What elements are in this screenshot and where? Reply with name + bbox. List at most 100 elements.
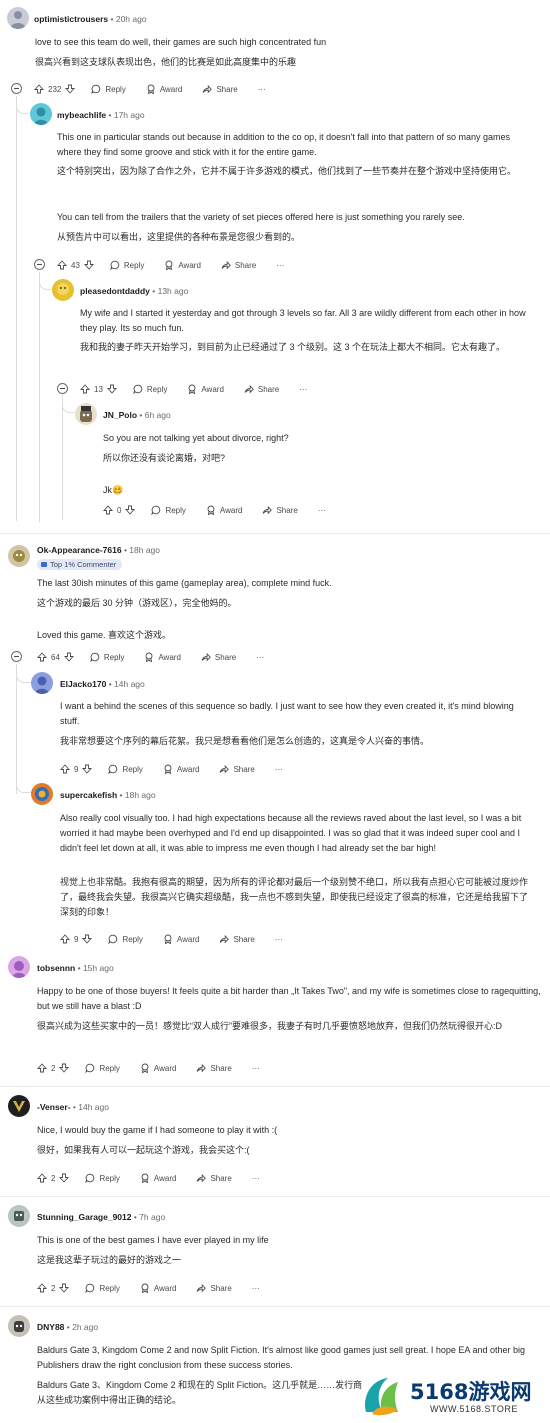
- downvote-icon[interactable]: [59, 1063, 69, 1073]
- award-icon: [164, 260, 174, 270]
- share-button[interactable]: Share: [196, 1173, 232, 1183]
- share-icon: [196, 1283, 206, 1293]
- more-options-button[interactable]: ···: [276, 261, 284, 270]
- share-button[interactable]: Share: [201, 652, 236, 662]
- username[interactable]: Ok-Appearance-7616 • 18h ago: [37, 545, 160, 555]
- avatar[interactable]: [8, 956, 30, 978]
- reply-button[interactable]: Reply: [110, 260, 144, 270]
- award-button[interactable]: Award: [140, 1063, 176, 1073]
- share-button[interactable]: Share: [221, 260, 256, 270]
- avatar[interactable]: [8, 1095, 30, 1117]
- thread-elbow: [62, 403, 74, 413]
- award-button[interactable]: Award: [164, 260, 201, 270]
- reply-button[interactable]: Reply: [85, 1063, 120, 1073]
- more-options-button[interactable]: ···: [299, 385, 307, 394]
- avatar[interactable]: [8, 1315, 30, 1337]
- share-button[interactable]: Share: [196, 1063, 232, 1073]
- upvote-icon[interactable]: [34, 84, 44, 94]
- award-button[interactable]: Award: [140, 1283, 176, 1293]
- more-options-button[interactable]: ···: [318, 506, 326, 515]
- avatar[interactable]: [75, 403, 97, 425]
- share-button[interactable]: Share: [244, 384, 279, 394]
- upvote-icon[interactable]: [60, 764, 70, 774]
- downvote-icon[interactable]: [59, 1283, 69, 1293]
- reply-button[interactable]: Reply: [108, 934, 143, 944]
- downvote-icon[interactable]: [82, 764, 92, 774]
- award-button[interactable]: Award: [146, 84, 182, 94]
- share-icon: [201, 652, 211, 662]
- more-options-button[interactable]: ···: [256, 653, 264, 662]
- award-button[interactable]: Award: [163, 764, 199, 774]
- upvote-icon[interactable]: [37, 1063, 47, 1073]
- collapse-button[interactable]: [57, 383, 68, 394]
- more-options-button[interactable]: ···: [258, 85, 266, 94]
- vote-count: 232: [48, 84, 62, 94]
- reply-button[interactable]: Reply: [108, 764, 143, 774]
- share-button[interactable]: Share: [262, 505, 298, 515]
- share-button[interactable]: Share: [219, 764, 255, 774]
- username[interactable]: ElJacko170 • 14h ago: [60, 679, 145, 689]
- more-options-button[interactable]: ···: [252, 1284, 260, 1293]
- more-options-button[interactable]: ···: [252, 1174, 260, 1183]
- username[interactable]: -Venser- • 14h ago: [37, 1102, 109, 1112]
- upvote-icon[interactable]: [37, 1173, 47, 1183]
- avatar[interactable]: [8, 1205, 30, 1227]
- username[interactable]: mybeachlife • 17h ago: [57, 110, 145, 120]
- collapse-button[interactable]: [11, 83, 22, 94]
- downvote-icon[interactable]: [59, 1173, 69, 1183]
- award-button[interactable]: Award: [140, 1173, 176, 1183]
- share-icon: [219, 934, 229, 944]
- avatar[interactable]: [52, 279, 74, 301]
- share-button[interactable]: Share: [219, 934, 255, 944]
- share-button[interactable]: Share: [196, 1283, 232, 1293]
- collapse-button[interactable]: [34, 259, 45, 270]
- reply-button[interactable]: Reply: [90, 652, 124, 662]
- more-options-button[interactable]: ···: [252, 1064, 260, 1073]
- comment-actions: 13 Reply Award Share ···: [80, 382, 307, 396]
- reply-icon: [91, 84, 101, 94]
- reply-button[interactable]: Reply: [85, 1173, 120, 1183]
- share-button[interactable]: Share: [202, 84, 238, 94]
- vote-count: 0: [117, 505, 122, 515]
- upvote-icon[interactable]: [37, 1283, 47, 1293]
- username[interactable]: JN_Polo • 6h ago: [103, 410, 171, 420]
- username[interactable]: Stunning_Garage_9012 • 7h ago: [37, 1212, 165, 1222]
- reply-button[interactable]: Reply: [91, 84, 126, 94]
- award-button[interactable]: Award: [187, 384, 224, 394]
- downvote-icon[interactable]: [125, 505, 135, 515]
- upvote-icon[interactable]: [57, 260, 67, 270]
- username[interactable]: tobsennn • 15h ago: [37, 963, 114, 973]
- thread-elbow: [39, 280, 51, 290]
- award-button[interactable]: Award: [144, 652, 181, 662]
- more-options-button[interactable]: ···: [275, 765, 283, 774]
- upvote-icon[interactable]: [103, 505, 113, 515]
- reply-button[interactable]: Reply: [151, 505, 186, 515]
- username[interactable]: pleasedontdaddy • 13h ago: [80, 286, 188, 296]
- username[interactable]: DNY88 • 2h ago: [37, 1322, 98, 1332]
- username[interactable]: supercakefish • 18h ago: [60, 790, 156, 800]
- downvote-icon[interactable]: [64, 652, 74, 662]
- downvote-icon[interactable]: [107, 384, 117, 394]
- more-options-button[interactable]: ···: [275, 935, 283, 944]
- downvote-icon[interactable]: [84, 260, 94, 270]
- avatar[interactable]: [7, 7, 29, 29]
- avatar[interactable]: [31, 783, 53, 805]
- reply-button[interactable]: Reply: [85, 1283, 120, 1293]
- upvote-icon[interactable]: [60, 934, 70, 944]
- avatar[interactable]: [30, 103, 52, 125]
- downvote-icon[interactable]: [65, 84, 75, 94]
- comment-text: Also really cool visually too. I had hig…: [60, 813, 522, 853]
- award-button[interactable]: Award: [206, 505, 242, 515]
- award-button[interactable]: Award: [163, 934, 199, 944]
- upvote-icon[interactable]: [80, 384, 90, 394]
- comment-actions: 43 Reply Award Share ···: [57, 258, 284, 272]
- reply-button[interactable]: Reply: [133, 384, 167, 394]
- avatar[interactable]: [31, 672, 53, 694]
- downvote-icon[interactable]: [82, 934, 92, 944]
- reply-icon: [151, 505, 161, 515]
- username[interactable]: optimistictrousers • 20h ago: [34, 14, 147, 24]
- award-icon: [146, 84, 156, 94]
- upvote-icon[interactable]: [37, 652, 47, 662]
- avatar[interactable]: [8, 545, 30, 567]
- collapse-button[interactable]: [11, 651, 22, 662]
